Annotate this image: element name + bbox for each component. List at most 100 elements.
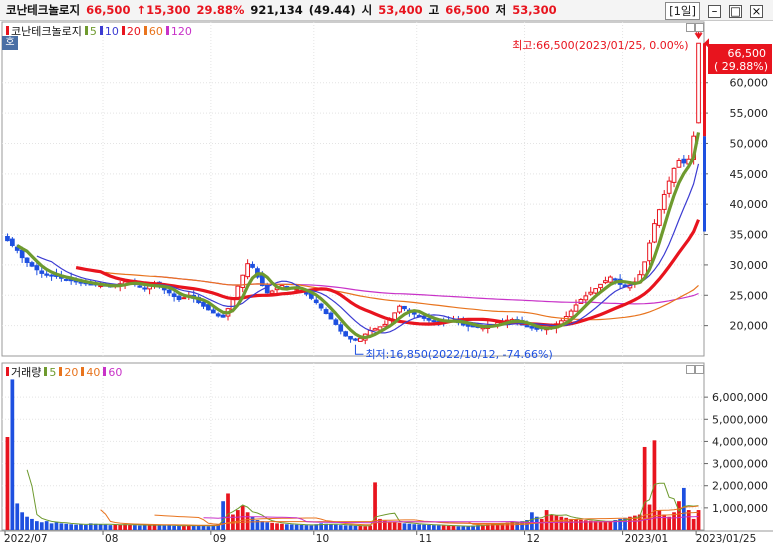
- candle-body: [676, 159, 682, 168]
- ma10-line: [36, 163, 700, 334]
- volume-bar: [30, 518, 34, 530]
- candle-body: [269, 290, 275, 294]
- volume-bar: [240, 505, 245, 530]
- price-legend-swatch: [84, 25, 88, 35]
- candle-body: [333, 319, 339, 325]
- volume-bar: [137, 525, 142, 530]
- volume-legend-swatch: [81, 366, 85, 376]
- price-legend-item[interactable]: 코난테크놀로지: [6, 23, 82, 39]
- volume-bar: [603, 522, 608, 530]
- volume-bar: [270, 522, 274, 530]
- volume-bar: [461, 526, 466, 530]
- volume-bar: [177, 526, 181, 530]
- volume-legend-label: 60: [108, 365, 123, 379]
- volume-tick-label: 5,000,000: [712, 413, 768, 426]
- volume-bar: [353, 525, 358, 530]
- volume-bar: [245, 512, 250, 530]
- candle-body: [201, 301, 206, 307]
- candle-body: [598, 283, 603, 289]
- volume-legend-item[interactable]: 40: [81, 366, 100, 379]
- volume-bar: [299, 524, 304, 530]
- volume-pane-close-button[interactable]: [686, 365, 695, 374]
- volume-bar: [250, 516, 255, 530]
- volume-bar: [128, 524, 132, 530]
- volume-bar: [113, 524, 118, 530]
- price-legend-item[interactable]: 20: [121, 25, 141, 38]
- volume-bar: [667, 516, 672, 530]
- volume-bar: [358, 526, 363, 530]
- stock-chart[interactable]: 20,000 25,000 30,000 35,000 40,000 45,000 50,0…: [0, 0, 773, 546]
- candle-body: [338, 324, 344, 332]
- volume-legend-swatch: [6, 367, 9, 376]
- volume-legend-item[interactable]: 60: [103, 366, 122, 379]
- candle-body: [357, 337, 363, 342]
- volume-bar: [417, 524, 422, 530]
- volume-bar: [118, 524, 123, 530]
- volume-legend-item[interactable]: 거래량: [6, 364, 41, 380]
- volume-bar: [412, 524, 417, 530]
- volume-bar: [696, 510, 701, 530]
- candle-body: [171, 293, 177, 297]
- volume-legend-item[interactable]: 5: [44, 366, 56, 379]
- volume-bar: [343, 525, 348, 530]
- candle-body: [696, 42, 701, 124]
- volume-legend-label: 40: [86, 365, 101, 379]
- price-tick-label: 60,000: [730, 77, 769, 90]
- candle-body: [348, 335, 353, 340]
- price-legend-swatch: [99, 25, 103, 35]
- volume-bar: [10, 379, 15, 530]
- current-price-value: 66,500: [728, 47, 767, 60]
- x-tick-label: 08: [105, 533, 118, 545]
- volume-bar: [544, 510, 549, 530]
- candle-body: [666, 180, 672, 194]
- price-pane-max-button[interactable]: [695, 23, 704, 32]
- current-price-pct: ( 29.88%): [714, 60, 768, 73]
- volume-bar: [608, 521, 613, 530]
- volume-bar: [147, 524, 152, 530]
- volume-pane-frame: [1, 362, 705, 531]
- price-pane-close-button[interactable]: [686, 23, 695, 32]
- candle-body: [318, 303, 324, 309]
- volume-bar: [5, 437, 10, 530]
- volume-bar: [363, 526, 368, 530]
- volume-bar: [402, 523, 407, 530]
- volume-bar: [441, 525, 446, 530]
- volume-bar: [79, 524, 83, 530]
- price-legend-item[interactable]: 5: [84, 25, 97, 38]
- volume-bar: [108, 525, 113, 530]
- volume-bar: [64, 523, 69, 530]
- volume-bar: [103, 524, 108, 530]
- price-legend-item[interactable]: 60: [143, 25, 163, 38]
- volume-pane-max-button[interactable]: [695, 365, 704, 374]
- candle-body: [19, 249, 25, 259]
- range-indicator-low: [703, 136, 706, 232]
- candle-body: [573, 304, 579, 312]
- candle-body: [411, 311, 417, 315]
- price-legend-swatch: [121, 25, 125, 35]
- volume-bar: [221, 501, 225, 530]
- volume-bar: [436, 525, 441, 530]
- volume-tick-label: 4,000,000: [712, 435, 768, 448]
- ma20-line: [75, 219, 700, 327]
- volume-tick-label: 2,000,000: [712, 480, 768, 493]
- candle-body: [568, 310, 574, 318]
- price-legend-label: 10: [104, 24, 119, 38]
- candle-body: [588, 291, 594, 295]
- volume-bar: [407, 523, 412, 530]
- volume-bar: [25, 516, 29, 530]
- price-legend-item[interactable]: 120: [165, 25, 192, 38]
- volume-legend-item[interactable]: 20: [59, 366, 78, 379]
- candle-body: [176, 295, 182, 301]
- candle-body: [206, 304, 211, 311]
- volume-legend-label: 5: [49, 365, 57, 379]
- candle-body: [304, 292, 309, 295]
- volume-bar: [182, 525, 186, 530]
- volume-tick-label: 1,000,000: [712, 502, 768, 515]
- price-legend-item[interactable]: 10: [99, 24, 119, 38]
- volume-bar: [39, 522, 44, 530]
- volume-bar: [69, 524, 74, 530]
- low-arrow: [354, 344, 364, 355]
- volume-bar: [451, 526, 456, 530]
- x-tick-label: 11: [419, 533, 432, 545]
- x-tick-label: 12: [527, 533, 540, 545]
